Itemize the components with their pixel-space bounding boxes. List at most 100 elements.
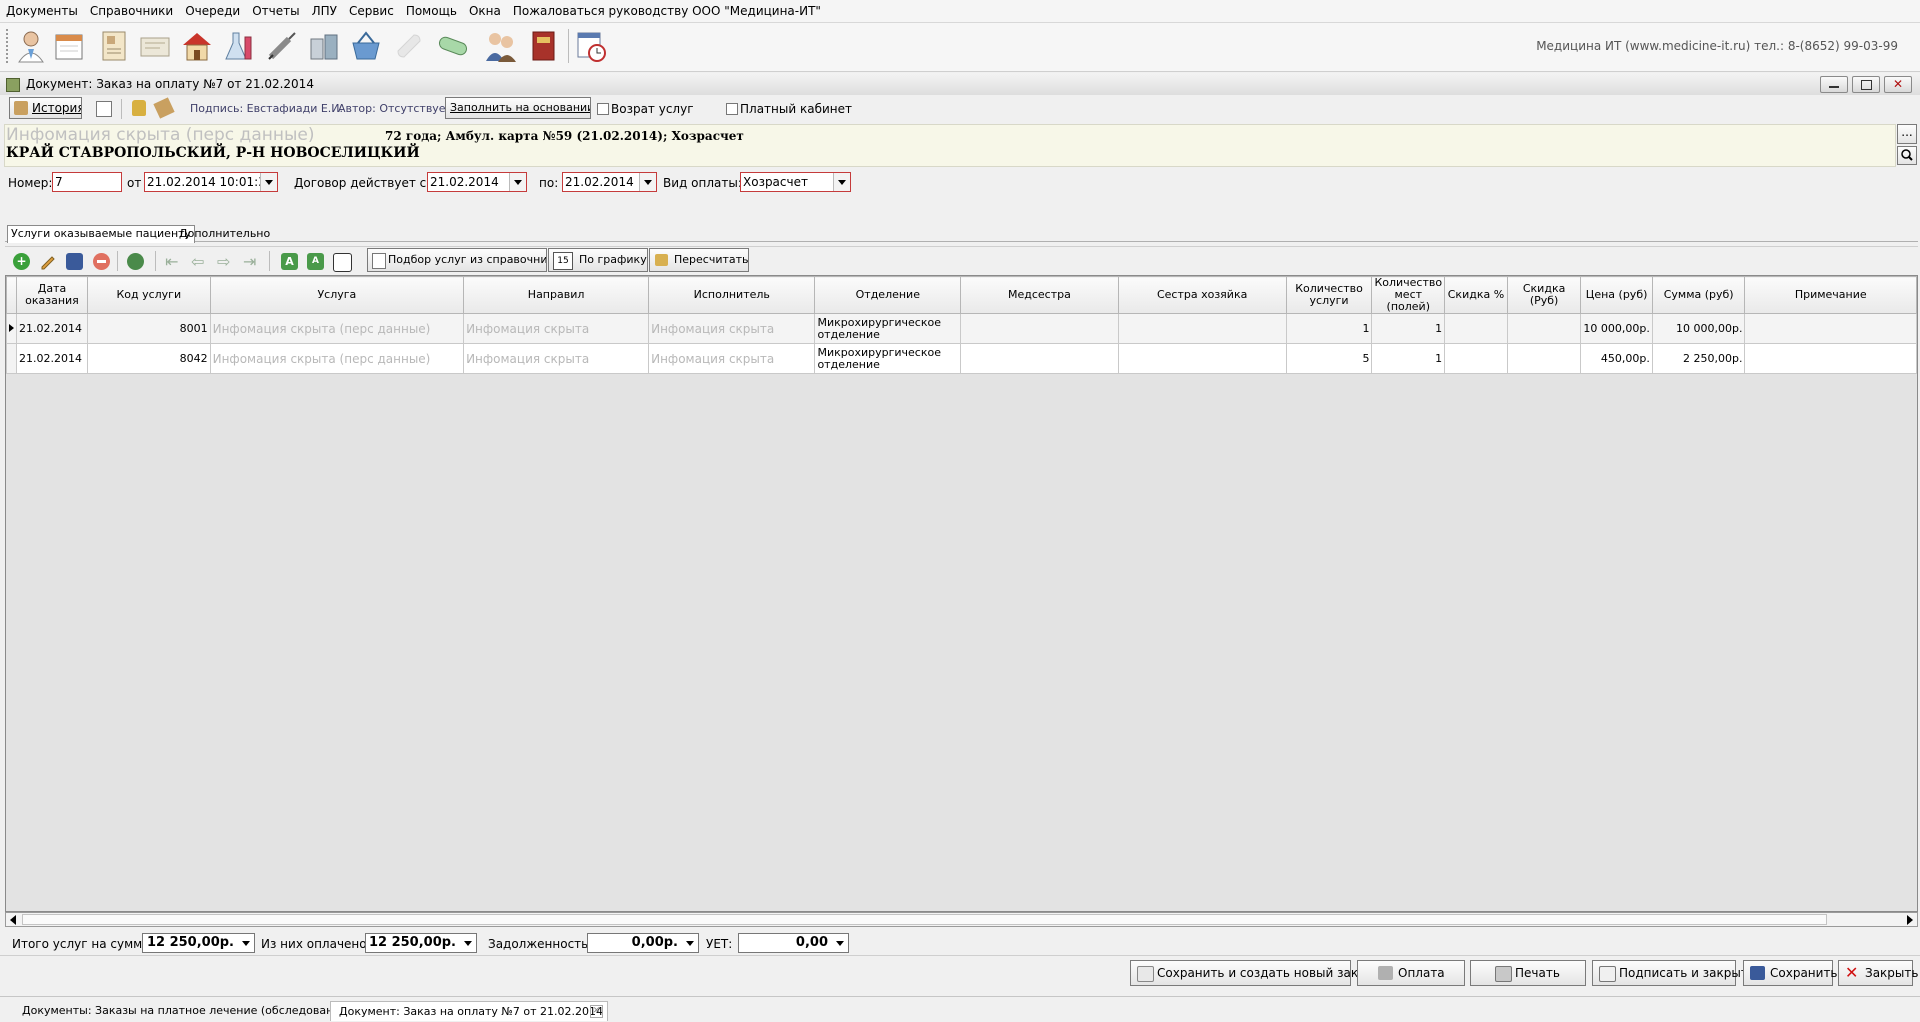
tab-additional[interactable]: Дополнительно	[176, 226, 273, 242]
cell-discount-rub[interactable]	[1506, 313, 1582, 344]
patient-more-button[interactable]: ...	[1897, 124, 1917, 144]
save-button[interactable]: Сохранить	[1743, 960, 1838, 986]
chevron-down-icon[interactable]	[260, 173, 277, 191]
chevron-down-icon[interactable]	[833, 173, 850, 191]
cell-nurse[interactable]	[960, 313, 1119, 344]
pharmacy-icon[interactable]	[307, 29, 341, 63]
menu-service[interactable]: Сервис	[343, 0, 400, 22]
save-disk-icon[interactable]	[66, 253, 83, 270]
cell-housekeeper[interactable]	[1117, 313, 1287, 344]
lock-icon[interactable]	[132, 100, 146, 116]
column-header[interactable]: Сестра хозяйка	[1117, 276, 1287, 314]
payment-type-select[interactable]: Хозрасчет	[740, 172, 851, 192]
edit-pencil-icon[interactable]	[39, 253, 56, 270]
fill-based-on-button[interactable]: Заполнить на основании ...	[445, 97, 591, 119]
last-record-icon[interactable]: ⇥	[243, 253, 260, 270]
cell-code[interactable]: 8001	[86, 313, 211, 344]
refresh-icon[interactable]	[127, 253, 144, 270]
home-icon[interactable]	[180, 29, 214, 63]
cell-date[interactable]: 21.02.2014	[16, 313, 88, 344]
close-window-button[interactable]: ✕	[1884, 76, 1912, 93]
cell-referred[interactable]: Инфомация скрыта	[463, 313, 650, 344]
table-row[interactable]: 21.02.2014 8001 Инфомация скрыта (перс д…	[6, 313, 1917, 344]
cell-housekeeper[interactable]	[1117, 343, 1287, 374]
scroll-left-button[interactable]	[7, 914, 20, 925]
first-record-icon[interactable]: ⇤	[165, 253, 182, 270]
menu-lpu[interactable]: ЛПУ	[306, 0, 343, 22]
pill-icon[interactable]	[436, 29, 470, 63]
column-header[interactable]: Цена (руб)	[1580, 276, 1653, 314]
scroll-right-button[interactable]	[1903, 914, 1916, 925]
cell-discount-rub[interactable]	[1506, 343, 1582, 374]
delete-row-icon[interactable]	[93, 253, 110, 270]
cell-places[interactable]: 1	[1371, 313, 1446, 344]
cell-discount-pct[interactable]	[1444, 343, 1508, 374]
scroll-thumb[interactable]	[22, 914, 1827, 925]
row-indicator[interactable]	[6, 313, 17, 344]
lab-flasks-icon[interactable]	[223, 29, 257, 63]
column-header[interactable]: Скидка %	[1444, 276, 1508, 314]
chevron-down-icon[interactable]	[238, 934, 254, 952]
chevron-down-icon[interactable]	[832, 934, 848, 952]
column-header[interactable]: Код услуги	[86, 276, 211, 314]
cell-note[interactable]	[1744, 313, 1917, 344]
paid-cabinet-checkbox[interactable]	[726, 103, 738, 115]
cell-service[interactable]: Инфомация скрыта (перс данные)	[209, 343, 465, 374]
book-icon[interactable]	[526, 29, 560, 63]
cell-discount-pct[interactable]	[1444, 313, 1508, 344]
cell-department[interactable]: Микрохирургическое отделение	[814, 313, 962, 344]
recalculate-button[interactable]: Пересчитать	[649, 248, 749, 272]
cell-department[interactable]: Микрохирургическое отделение	[814, 343, 962, 374]
staff-icon[interactable]	[484, 29, 518, 63]
cell-performer[interactable]: Инфомация скрыта	[648, 313, 816, 344]
cell-qty[interactable]: 5	[1285, 343, 1373, 374]
add-row-icon[interactable]: +	[13, 253, 30, 270]
font-increase-icon[interactable]: A	[281, 253, 298, 270]
minimize-button[interactable]	[1820, 76, 1848, 93]
services-grid[interactable]: Дата оказания Код услуги Услуга Направил…	[5, 275, 1918, 912]
number-input[interactable]: 7	[52, 172, 122, 192]
schedule-clock-icon[interactable]	[574, 29, 608, 63]
syringe-icon[interactable]	[265, 29, 299, 63]
cell-price[interactable]: 450,00р.	[1580, 343, 1653, 374]
menu-queues[interactable]: Очереди	[179, 0, 246, 22]
cell-referred[interactable]: Инфомация скрыта	[463, 343, 650, 374]
column-header[interactable]: Количество услуги	[1285, 276, 1373, 314]
patient-card-icon[interactable]	[97, 29, 131, 63]
column-header[interactable]: Примечание	[1744, 276, 1917, 314]
chevron-down-icon[interactable]	[509, 173, 526, 191]
column-header[interactable]: Услуга	[209, 276, 465, 314]
cell-note[interactable]	[1744, 343, 1917, 374]
font-decrease-icon[interactable]: A	[307, 253, 324, 270]
unsign-icon[interactable]	[153, 97, 175, 119]
prev-record-icon[interactable]: ⇦	[191, 253, 208, 270]
contract-from-input[interactable]: 21.02.2014	[427, 172, 527, 192]
cell-date[interactable]: 21.02.2014	[16, 343, 88, 374]
cell-code[interactable]: 8042	[86, 343, 211, 374]
save-and-new-button[interactable]: Сохранить и создать новый заказ	[1130, 960, 1372, 986]
cell-price[interactable]: 10 000,00р.	[1580, 313, 1653, 344]
column-header[interactable]: Количество мест (полей)	[1371, 276, 1446, 314]
by-schedule-button[interactable]: 15 По графику	[548, 248, 648, 272]
tab-services[interactable]: Услуги оказываемые пациенту	[7, 225, 196, 243]
column-header[interactable]: Дата оказания	[16, 276, 88, 314]
chevron-down-icon[interactable]	[682, 934, 698, 952]
from-date-input[interactable]: 21.02.2014 10:01:33	[144, 172, 278, 192]
column-header[interactable]: Сумма (руб)	[1651, 276, 1746, 314]
column-header[interactable]: Медсестра	[960, 276, 1119, 314]
calculator-icon[interactable]	[96, 101, 112, 117]
menu-complain[interactable]: Пожаловаться руководству ООО "Медицина-И…	[507, 0, 827, 22]
column-settings-icon[interactable]	[333, 253, 352, 272]
column-header[interactable]: Направил	[463, 276, 650, 314]
cell-performer[interactable]: Инфомация скрыта	[648, 343, 816, 374]
pick-services-button[interactable]: Подбор услуг из справочника	[367, 248, 547, 272]
patient-search-button[interactable]	[1897, 146, 1917, 165]
close-button[interactable]: ✕ Закрыть	[1838, 960, 1918, 986]
sign-and-close-button[interactable]: Подписать и закрыть	[1592, 960, 1755, 986]
debt-sum-field[interactable]: 0,00р.	[587, 933, 699, 953]
contract-to-input[interactable]: 21.02.2014	[562, 172, 657, 192]
paid-sum-field[interactable]: 12 250,00р.	[365, 933, 477, 953]
chevron-down-icon[interactable]	[460, 934, 476, 952]
basket-icon[interactable]	[349, 29, 383, 63]
menu-references[interactable]: Справочники	[84, 0, 179, 22]
